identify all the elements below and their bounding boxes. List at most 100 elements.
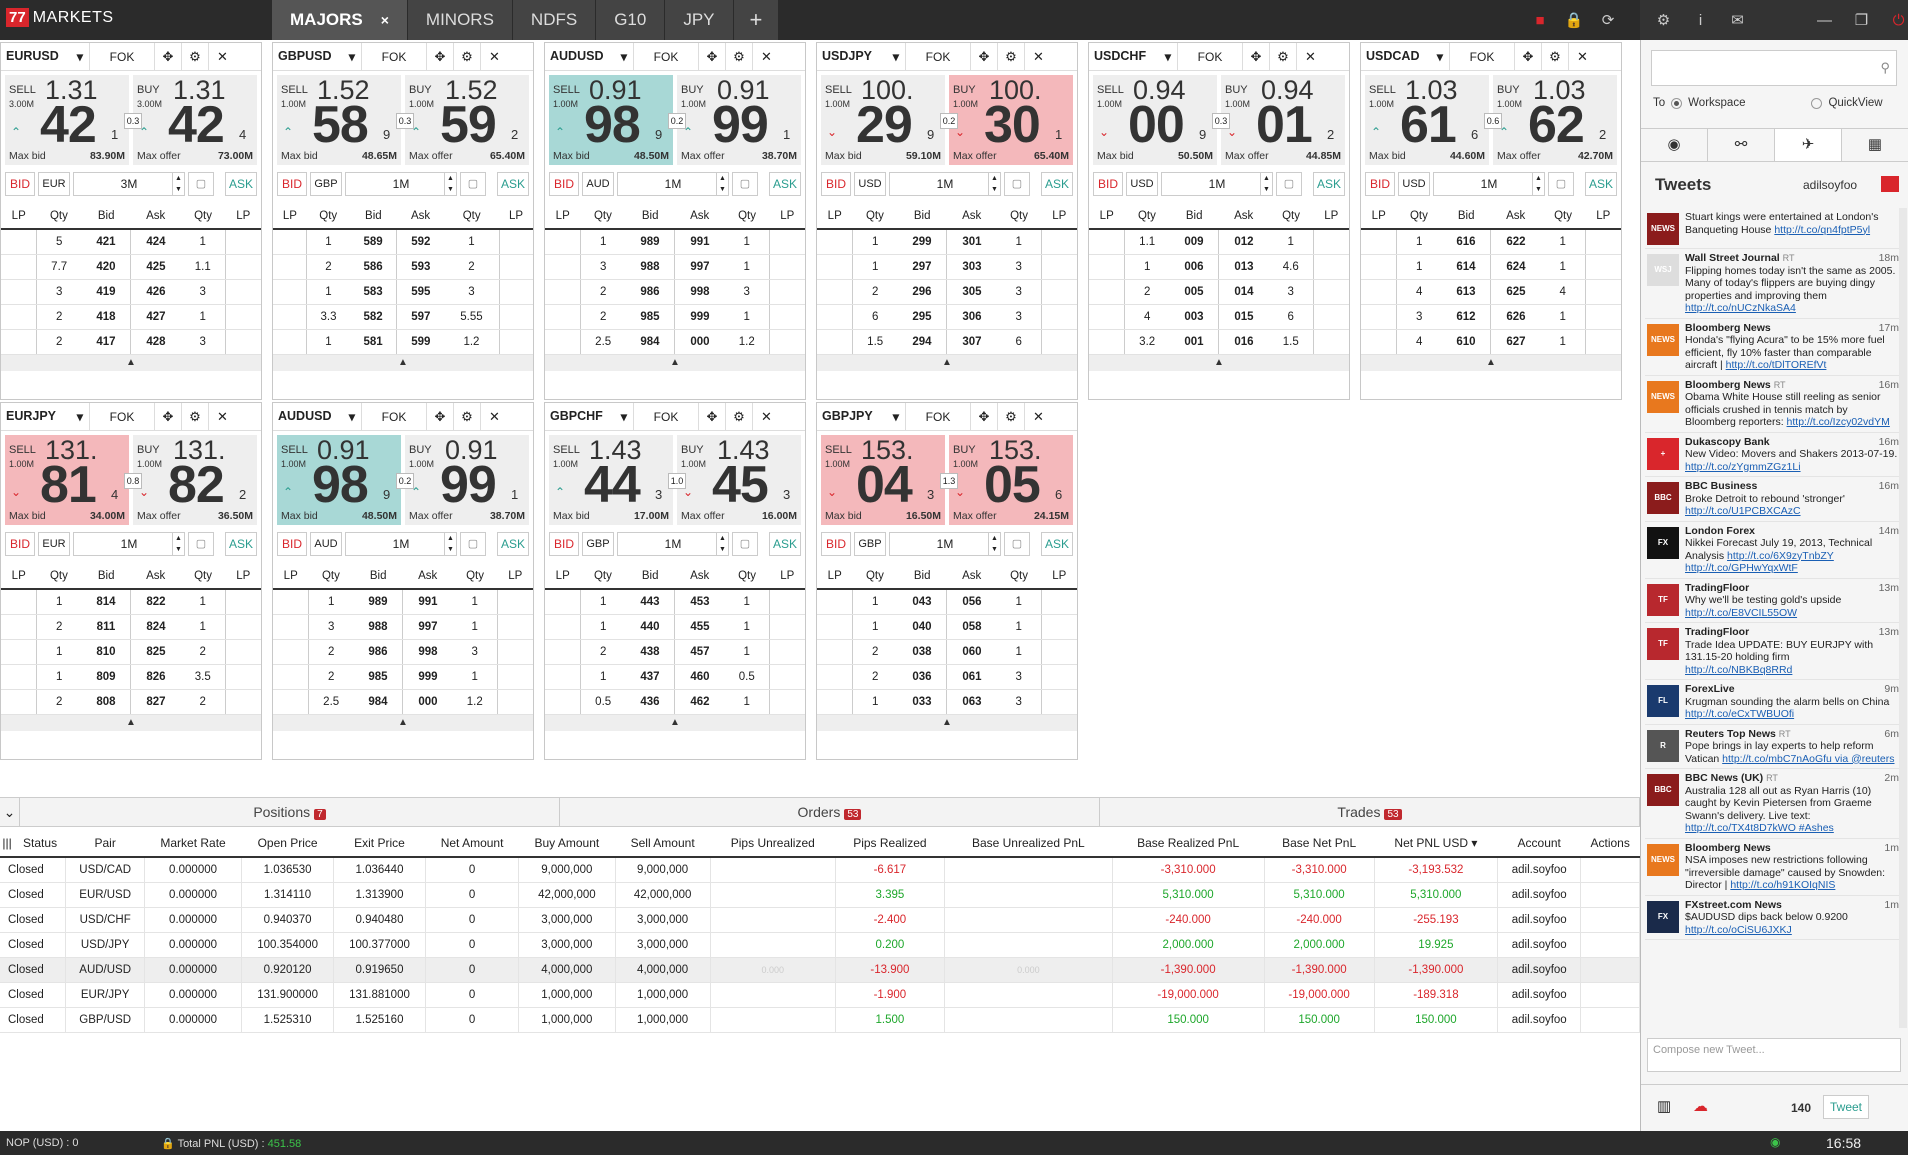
fok-select[interactable]: FOK (905, 402, 971, 431)
bid-price[interactable]: 005 (1169, 279, 1220, 305)
pair-select[interactable]: GBPCHF ▾ (545, 409, 633, 424)
bid-price[interactable]: 985 (625, 304, 676, 330)
mail-icon[interactable]: ✉ (1728, 11, 1747, 29)
ladder-row[interactable]: 2 296 305 3 (817, 279, 1077, 305)
tweet-scrollbar[interactable] (1899, 208, 1907, 1028)
ladder-row[interactable]: 3 988 997 1 (545, 254, 805, 280)
close-icon[interactable]: ✕ (209, 43, 236, 71)
stepper-icon[interactable]: ▲ ▼ (1260, 173, 1272, 195)
bid-button[interactable]: BID (821, 172, 851, 196)
ask-price[interactable]: 428 (130, 329, 181, 355)
ask-price[interactable]: 822 (130, 589, 181, 615)
amount-input[interactable]: 1M ▲ ▼ (1433, 172, 1545, 196)
column-header[interactable]: Account (1497, 830, 1581, 858)
bid-price[interactable]: 614 (1441, 254, 1492, 280)
move-icon[interactable]: ✥ (699, 402, 726, 431)
sell-quote-button[interactable]: SELL 1.00M 1.43 44 3 ⌃ Max bid 17.00M (549, 435, 673, 525)
stepper-icon[interactable]: ▲ ▼ (988, 533, 1000, 555)
amount-input[interactable]: 1M ▲ ▼ (617, 532, 729, 556)
bid-price[interactable]: 616 (1441, 229, 1492, 255)
bid-price[interactable]: 984 (353, 689, 404, 715)
twitter-icon[interactable]: ✈ (1775, 129, 1842, 161)
document-icon[interactable]: ▢ (1004, 172, 1030, 196)
ladder-row[interactable]: 1 040 058 1 (817, 614, 1077, 640)
buy-quote-button[interactable]: BUY 1.00M 1.03 62 2 ⌃ Max offer 42.70M (1493, 75, 1617, 165)
ask-price[interactable]: 622 (1490, 229, 1541, 255)
fok-select[interactable]: FOK (633, 402, 699, 431)
column-header[interactable]: Sell Amount (615, 830, 711, 858)
buy-quote-button[interactable]: BUY 1.00M 100. 30 1 ⌄ Max offer 65.40M (949, 75, 1073, 165)
minimize-icon[interactable]: — (1815, 12, 1834, 29)
currency-select[interactable]: EUR (38, 172, 70, 196)
stepper-icon[interactable]: ▲ ▼ (716, 533, 728, 555)
pair-select[interactable]: GBPJPY ▾ (817, 409, 905, 424)
record-icon[interactable]: ■ (1530, 12, 1550, 29)
ladder-row[interactable]: 1.5 294 307 6 (817, 329, 1077, 355)
fok-select[interactable]: FOK (633, 42, 699, 71)
amount-input[interactable]: 1M ▲ ▼ (617, 172, 729, 196)
tweet-link[interactable]: http://t.co/mbC7nAoGfu via @reuters (1722, 753, 1894, 765)
ask-price[interactable]: 593 (396, 254, 445, 280)
amount-input[interactable]: 3M ▲ ▼ (73, 172, 185, 196)
bid-price[interactable]: 583 (349, 279, 398, 305)
tweet-link[interactable]: http://t.co/zYgmmZGz1Li (1685, 461, 1801, 473)
ask-price[interactable]: 427 (130, 304, 181, 330)
calendar-icon[interactable]: ▦ (1842, 129, 1908, 161)
buy-quote-button[interactable]: BUY 1.00M 153. 05 6 ⌄ Max offer 24.15M (949, 435, 1073, 525)
currency-select[interactable]: GBP (310, 172, 342, 196)
restore-icon[interactable]: ❐ (1852, 11, 1871, 29)
ask-price[interactable]: 991 (402, 589, 453, 615)
column-header[interactable]: Buy Amount (518, 830, 615, 858)
ladder-row[interactable]: 5 421 424 1 (1, 229, 261, 255)
ladder-row[interactable]: 3 612 626 1 (1361, 304, 1621, 330)
gear-icon[interactable]: ⚙ (1542, 42, 1569, 71)
ladder-row[interactable]: 1 814 822 1 (1, 589, 261, 615)
move-icon[interactable]: ✥ (427, 402, 454, 431)
close-icon[interactable]: ✕ (753, 403, 780, 431)
bid-price[interactable]: 809 (81, 664, 132, 690)
tweet-link[interactable]: http://t.co/qn4fptP5yl (1774, 224, 1870, 236)
quickview-radio[interactable] (1811, 97, 1823, 109)
fok-select[interactable]: FOK (89, 402, 155, 431)
tab-positions[interactable]: Positions 7 (20, 798, 560, 826)
ask-price[interactable]: 462 (674, 689, 725, 715)
sell-quote-button[interactable]: SELL 1.00M 153. 04 3 ⌄ Max bid 16.50M (821, 435, 945, 525)
ladder-row[interactable]: 2 586 593 2 (273, 254, 533, 280)
move-icon[interactable]: ✥ (699, 42, 726, 71)
stepper-icon[interactable]: ▲ ▼ (444, 173, 456, 195)
ladder-row[interactable]: 3.3 582 597 5.55 (273, 304, 533, 330)
sell-quote-button[interactable]: SELL 1.00M 1.03 61 6 ⌃ Max bid 44.60M (1365, 75, 1489, 165)
tweet-link[interactable]: http://t.co/NBKBq8RRd (1685, 664, 1792, 676)
bid-price[interactable]: 003 (1169, 304, 1220, 330)
bid-price[interactable]: 814 (81, 589, 132, 615)
document-icon[interactable]: ▢ (460, 172, 486, 196)
tweet-link[interactable]: http://t.co/tDlTOREfVt (1726, 359, 1827, 371)
ladder-row[interactable]: 1 443 453 1 (545, 589, 805, 615)
ladder-row[interactable]: 1 043 056 1 (817, 589, 1077, 615)
menu-icon[interactable]: ||| (0, 830, 15, 858)
buy-quote-button[interactable]: BUY 1.00M 1.52 59 2 ⌃ Max offer 65.40M (405, 75, 529, 165)
bid-price[interactable]: 986 (625, 279, 676, 305)
ladder-row[interactable]: 4 613 625 4 (1361, 279, 1621, 305)
ladder-row[interactable]: 2 811 824 1 (1, 614, 261, 640)
document-icon[interactable]: ▢ (188, 532, 214, 556)
ask-price[interactable]: 592 (396, 229, 445, 255)
gear-icon[interactable]: ⚙ (1270, 42, 1297, 71)
pair-select[interactable]: EURJPY ▾ (1, 409, 89, 424)
ladder-row[interactable]: 6 295 306 3 (817, 304, 1077, 330)
bid-price[interactable]: 421 (81, 229, 132, 255)
bid-price[interactable]: 040 (897, 614, 948, 640)
buy-quote-button[interactable]: BUY 1.00M 131. 82 2 ⌄ Max offer 36.50M (133, 435, 257, 525)
bid-price[interactable]: 589 (349, 229, 398, 255)
move-icon[interactable]: ✥ (1243, 42, 1270, 71)
buy-quote-button[interactable]: BUY 1.00M 0.94 01 2 ⌄ Max offer 44.85M (1221, 75, 1345, 165)
stepper-icon[interactable]: ▲ ▼ (172, 173, 184, 195)
expand-icon[interactable]: ▲ (1089, 354, 1349, 371)
document-icon[interactable]: ▢ (1276, 172, 1302, 196)
bid-price[interactable]: 295 (897, 304, 948, 330)
bid-price[interactable]: 808 (81, 689, 132, 715)
bid-button[interactable]: BID (5, 532, 35, 556)
compose-tweet-input[interactable]: Compose new Tweet... (1647, 1038, 1901, 1072)
ask-price[interactable]: 627 (1490, 329, 1541, 355)
ask-price[interactable]: 998 (402, 639, 453, 665)
